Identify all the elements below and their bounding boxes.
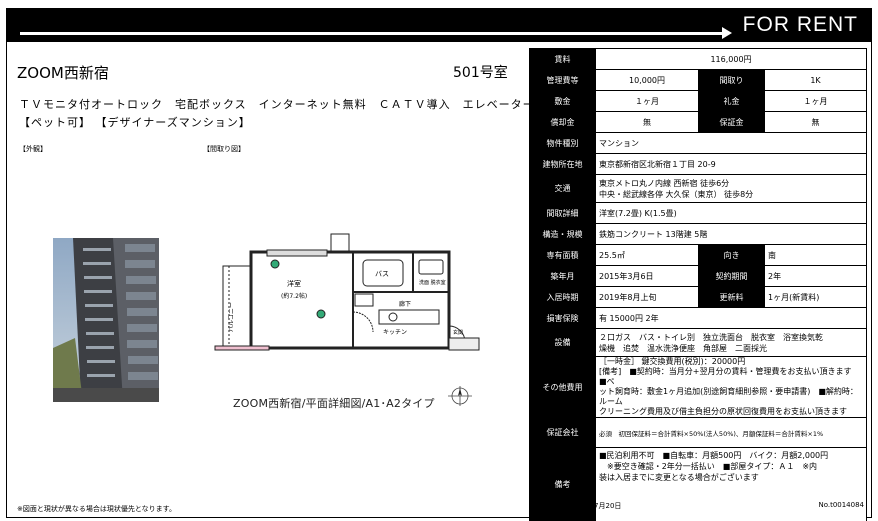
area-value: 25.5㎡ bbox=[595, 244, 699, 266]
row-rent: 賃料 116,000円 bbox=[529, 48, 867, 70]
fp-bath-label: バス bbox=[375, 270, 389, 278]
property-name: ZOOM西新宿 bbox=[17, 64, 109, 82]
row-amort: 償却金 無 保証金 無 bbox=[529, 111, 867, 133]
fp-room-label: 洋室 bbox=[287, 279, 301, 288]
row-deposit: 敷金 １ヶ月 礼金 １ヶ月 bbox=[529, 90, 867, 112]
listing-number: No.t0014084 bbox=[818, 501, 864, 509]
row-type: 物件種別 マンション bbox=[529, 132, 867, 154]
remarks-value: ■民泊利用不可 ■自転車：月額500円 バイク：月額2,000円 ※要空き確認・… bbox=[595, 447, 867, 521]
floorplan-svg: 洋室 (約7.2帖) バルコニー バス 洗面 脱衣室 廊下 キッチン 玄関 bbox=[214, 233, 480, 351]
type-value: マンション bbox=[595, 132, 867, 154]
rent-value: 116,000円 bbox=[595, 48, 867, 70]
arrow-right-icon bbox=[722, 27, 732, 39]
fp-kitchen-label: キッチン bbox=[383, 329, 407, 336]
built-value: 2015年3月6日 bbox=[595, 265, 699, 287]
fp-wash-label: 洗面 脱衣室 bbox=[419, 279, 446, 286]
compass-icon bbox=[445, 385, 475, 411]
layout-value: 1K bbox=[764, 69, 867, 91]
equipment-value: ２口ガス バス・トイレ別 独立洗面台 脱衣室 浴室換気乾 燥機 追焚 温水洗浄便… bbox=[595, 328, 867, 357]
direction-value: 南 bbox=[764, 244, 867, 266]
insurance-value: 有 15000円 2年 bbox=[595, 307, 867, 329]
row-other-fees: その他費用 ［一時金］ 鍵交換費用(税別)：20000円 [備考] ■契約時：当… bbox=[529, 356, 867, 418]
info-panel: 賃料 116,000円 管理費等 10,000円 間取り 1K 敷金 １ヶ月 礼… bbox=[529, 48, 867, 521]
deposit-value: １ヶ月 bbox=[595, 90, 699, 112]
info-table: 賃料 116,000円 管理費等 10,000円 間取り 1K 敷金 １ヶ月 礼… bbox=[529, 48, 867, 521]
term-value: 2年 bbox=[764, 265, 867, 287]
address-value: 東京都新宿区北新宿１丁目 20-9 bbox=[595, 153, 867, 175]
row-area: 専有面積 25.5㎡ 向き 南 bbox=[529, 244, 867, 266]
fp-entrance-label: 玄関 bbox=[453, 329, 463, 336]
header-title: FOR RENT bbox=[742, 13, 858, 36]
building-image bbox=[53, 238, 159, 402]
row-movein: 入居時期 2019年8月上旬 更新料 1ヶ月(新賃料) bbox=[529, 286, 867, 308]
key-money-value: １ヶ月 bbox=[764, 90, 867, 112]
floorplan-label: 【間取り図】 bbox=[203, 145, 245, 153]
disclaimer-note: ※図面と現状が異なる場合は現状優先となります。 bbox=[17, 505, 176, 513]
fp-room-size: (約7.2帖) bbox=[281, 292, 307, 300]
floorplan-caption: ZOOM西新宿/平面詳細図/A1･A2タイプ bbox=[233, 397, 435, 410]
row-transport: 交通 東京メトロ丸ノ内線 西新宿 徒歩6分 中央・総武線各停 大久保（東京） 徒… bbox=[529, 174, 867, 203]
exterior-photo bbox=[53, 238, 159, 402]
row-address: 建物所在地 東京都新宿区北新宿１丁目 20-9 bbox=[529, 153, 867, 175]
room-number: 501号室 bbox=[453, 65, 508, 81]
structure-value: 鉄筋コンクリート 13階建 5階 bbox=[595, 223, 867, 245]
renewal-value: 1ヶ月(新賃料) bbox=[764, 286, 867, 308]
guarantor-value: 必須 初回保証料＝合計賃料×50%(法人50%)、月額保証料＝合計賃料×1% bbox=[595, 417, 867, 448]
other-fees-value: ［一時金］ 鍵交換費用(税別)：20000円 [備考] ■契約時：当月分+翌月分… bbox=[595, 356, 867, 418]
row-built: 築年月 2015年3月6日 契約期間 2年 bbox=[529, 265, 867, 287]
mgmt-value: 10,000円 bbox=[595, 69, 699, 91]
fp-balcony-label: バルコニー bbox=[228, 302, 235, 332]
row-equipment: 設備 ２口ガス バス・トイレ別 独立洗面台 脱衣室 浴室換気乾 燥機 追焚 温水… bbox=[529, 328, 867, 357]
features-line-2: 【ペット可】 【デザイナーズマンション】 bbox=[19, 116, 251, 129]
exterior-label: 【外観】 bbox=[19, 145, 47, 153]
update-date: 情報更新日 2019年7月20日 bbox=[532, 502, 622, 510]
row-detail: 間取詳細 洋室(7.2畳) K(1.5畳) bbox=[529, 202, 867, 224]
features-list: ＴＶモニタ付オートロック 宅配ボックス インターネット無料 ＣＡＴＶ導入 エレベ… bbox=[19, 96, 535, 132]
row-guarantor: 保証会社 必須 初回保証料＝合計賃料×50%(法人50%)、月額保証料＝合計賃料… bbox=[529, 417, 867, 448]
guarantee-value: 無 bbox=[764, 111, 867, 133]
detail-value: 洋室(7.2畳) K(1.5畳) bbox=[595, 202, 867, 224]
row-mgmt: 管理費等 10,000円 間取り 1K bbox=[529, 69, 867, 91]
listing-sheet: ZOOM西新宿 501号室 ＴＶモニタ付オートロック 宅配ボックス インターネッ… bbox=[6, 42, 872, 521]
left-panel: ZOOM西新宿 501号室 ＴＶモニタ付オートロック 宅配ボックス インターネッ… bbox=[7, 42, 534, 518]
header-bar: FOR RENT bbox=[6, 8, 872, 42]
row-structure: 構造・規模 鉄筋コンクリート 13階建 5階 bbox=[529, 223, 867, 245]
amort-value: 無 bbox=[595, 111, 699, 133]
movein-value: 2019年8月上旬 bbox=[595, 286, 699, 308]
transport-value: 東京メトロ丸ノ内線 西新宿 徒歩6分 中央・総武線各停 大久保（東京） 徒歩8分 bbox=[595, 174, 867, 203]
fp-hall-label: 廊下 bbox=[399, 300, 411, 308]
header-rule bbox=[20, 32, 722, 35]
features-line-1: ＴＶモニタ付オートロック 宅配ボックス インターネット無料 ＣＡＴＶ導入 エレベ… bbox=[19, 98, 535, 111]
row-insurance: 損害保険 有 15000円 2年 bbox=[529, 307, 867, 329]
